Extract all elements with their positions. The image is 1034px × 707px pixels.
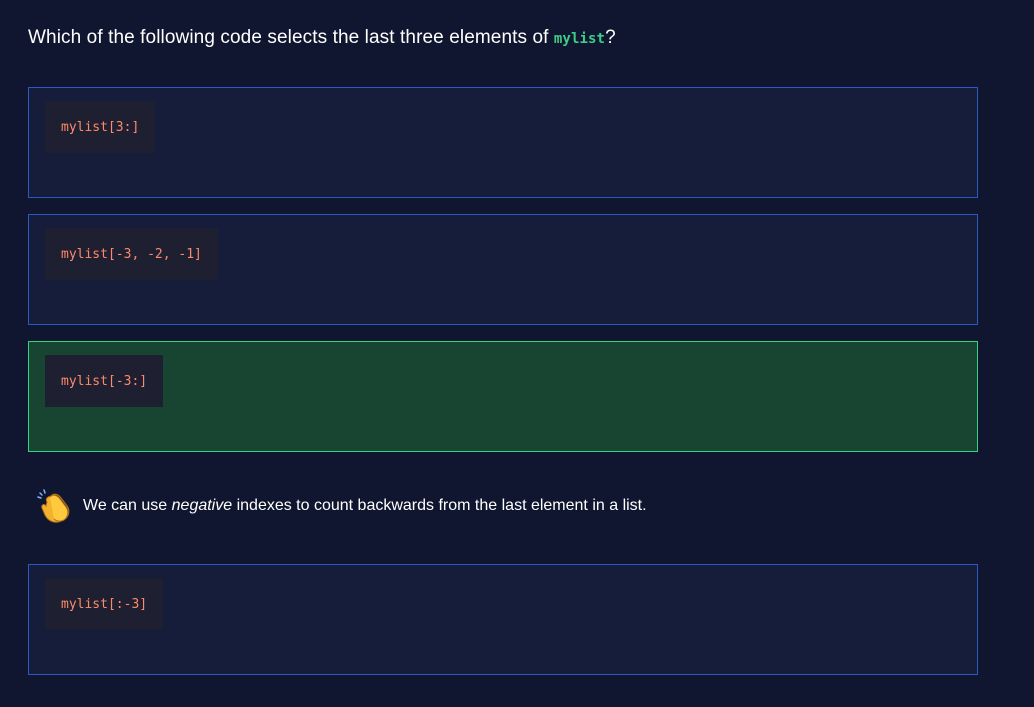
answer-option-4[interactable]: mylist[:-3] <box>28 564 978 675</box>
answer-option-code: mylist[-3, -2, -1] <box>45 228 218 280</box>
feedback-text: We can use negative indexes to count bac… <box>83 497 647 515</box>
feedback-emphasis: negative <box>171 497 233 514</box>
answer-option-code: mylist[:-3] <box>45 578 164 630</box>
question-inline-code: mylist <box>553 31 606 47</box>
answer-option-code: mylist[-3:] <box>45 355 164 407</box>
answer-option-code: mylist[3:] <box>45 101 156 153</box>
answer-option-3-correct[interactable]: mylist[-3:] <box>28 341 978 452</box>
feedback-before: We can use <box>83 497 172 514</box>
feedback-message: We can use negative indexes to count bac… <box>36 488 647 524</box>
clapping-hands-icon <box>36 488 72 524</box>
question-suffix: ? <box>605 27 616 48</box>
question-prefix: Which of the following code selects the … <box>28 27 554 48</box>
feedback-after: indexes to count backwards from the last… <box>232 497 647 514</box>
answer-option-2[interactable]: mylist[-3, -2, -1] <box>28 214 978 325</box>
question-text: Which of the following code selects the … <box>28 27 616 49</box>
answer-option-1[interactable]: mylist[3:] <box>28 87 978 198</box>
